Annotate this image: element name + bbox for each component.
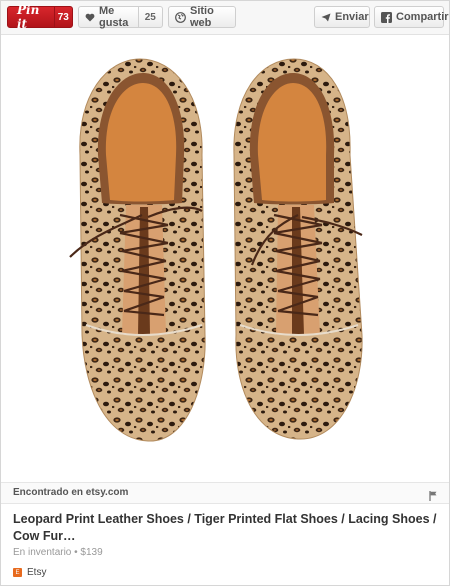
source-label: Etsy	[27, 567, 47, 578]
right-shoe	[233, 58, 363, 440]
like-count: 25	[137, 7, 162, 27]
pin-count: 73	[53, 7, 72, 27]
pin-it-button[interactable]: Pin it 73	[7, 3, 73, 31]
heart-icon	[85, 13, 95, 22]
source-link[interactable]: E Etsy	[13, 567, 46, 578]
facebook-icon	[381, 11, 392, 23]
like-button[interactable]: Me gusta 25	[78, 5, 163, 29]
etsy-logo-icon: E	[13, 568, 22, 577]
pin-toolbar: Pin it 73 Me gusta 25 Sitio web Enviar C…	[1, 1, 449, 35]
left-shoe	[69, 58, 206, 442]
pin-it-label: Pin it	[17, 3, 40, 31]
like-label-wrap: Me gusta	[79, 5, 138, 29]
globe-icon	[175, 11, 186, 23]
found-on-text[interactable]: Encontrado en etsy.com	[13, 487, 128, 498]
send-button[interactable]: Enviar	[314, 6, 370, 28]
like-label: Me gusta	[99, 5, 129, 29]
pin-card: Pin it 73 Me gusta 25 Sitio web Enviar C…	[0, 0, 450, 586]
paper-plane-icon	[321, 13, 331, 22]
website-button[interactable]: Sitio web	[168, 5, 236, 29]
found-on-row: Encontrado en etsy.com	[1, 482, 449, 504]
pin-image[interactable]	[2, 35, 448, 481]
share-button[interactable]: Compartir	[374, 6, 449, 28]
website-label: Sitio web	[190, 5, 214, 29]
product-stock-price: En inventario • $139	[13, 547, 103, 558]
send-label: Enviar	[335, 11, 369, 23]
product-title[interactable]: Leopard Print Leather Shoes / Tiger Prin…	[13, 511, 437, 545]
leopard-shoes-image	[2, 35, 448, 481]
share-label: Compartir	[396, 11, 449, 23]
flag-icon[interactable]	[429, 488, 437, 506]
